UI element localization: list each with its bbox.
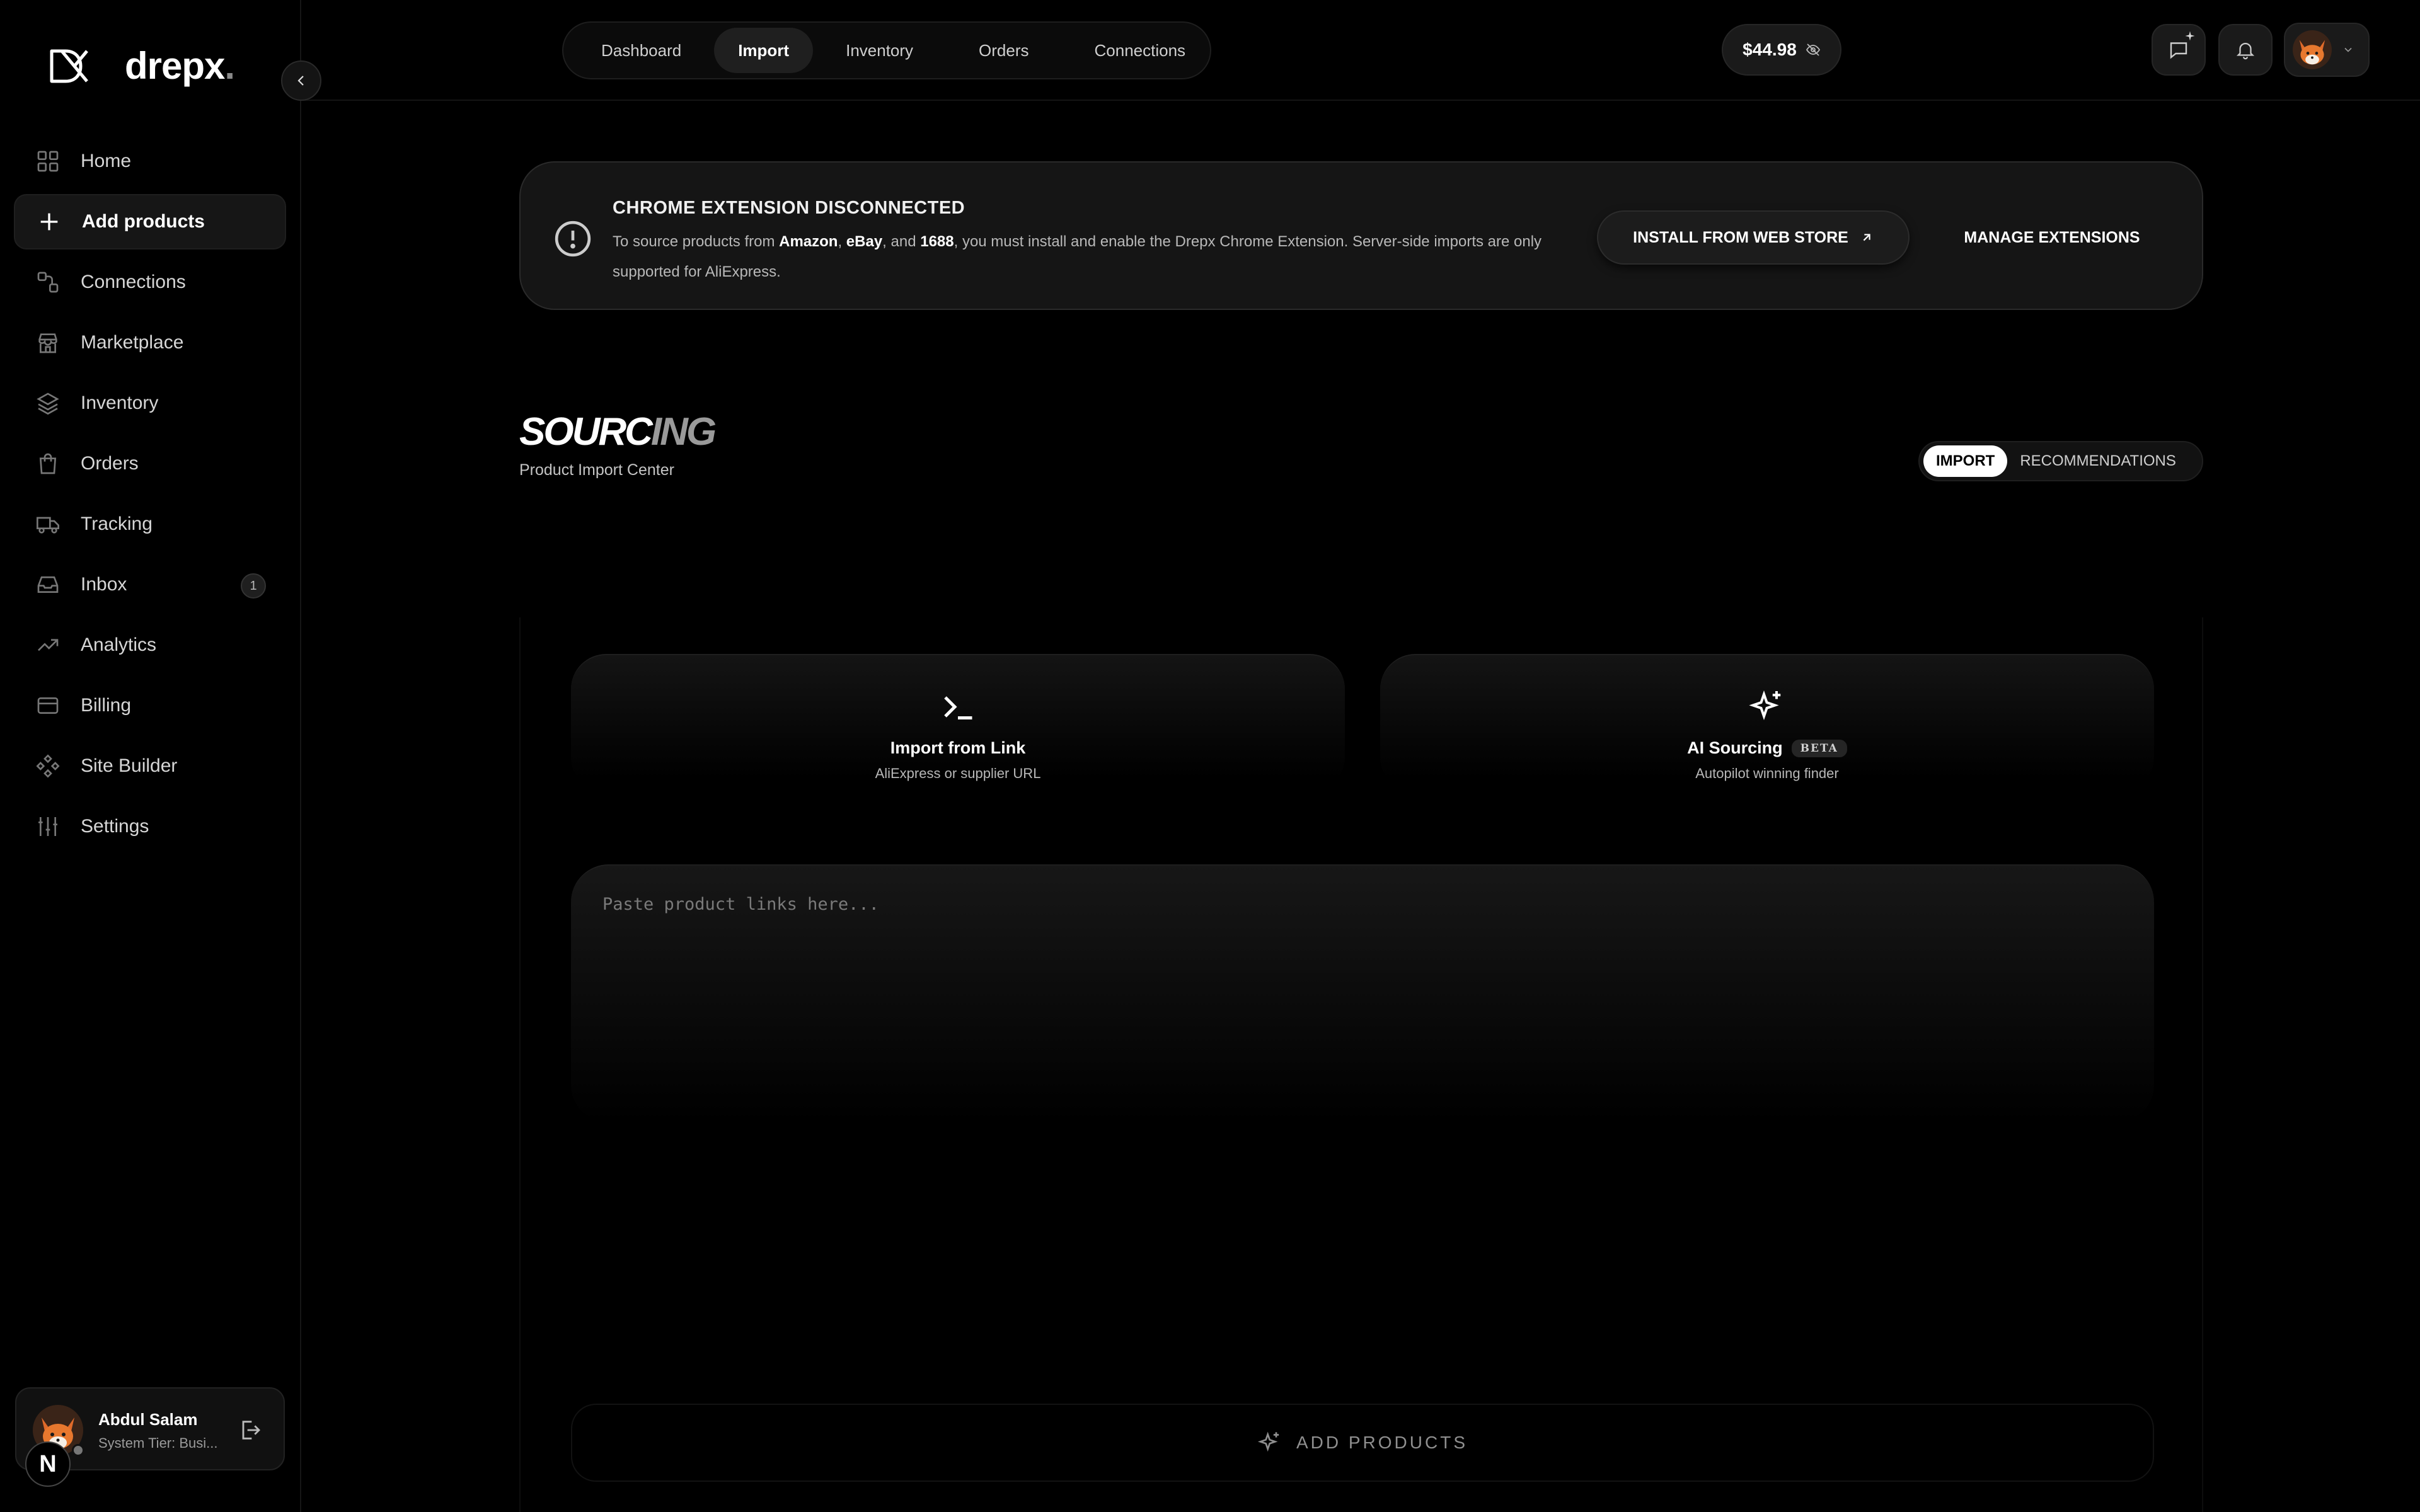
sidebar-nav: Home Add products Connections Marketplac…: [14, 134, 286, 859]
avatar: [2293, 30, 2332, 69]
sidebar-item-analytics[interactable]: Analytics: [14, 617, 286, 673]
sidebar: drepx. Home Add products Connections Mar…: [0, 0, 301, 1512]
alert-message: To source products from Amazon, eBay, an…: [613, 233, 1542, 280]
sidebar-item-label: Connections: [81, 272, 186, 292]
plus-icon: [40, 213, 58, 231]
notifications-button[interactable]: [2218, 24, 2273, 76]
chat-icon: [2170, 42, 2187, 59]
sidebar-item-label: Inbox: [81, 574, 127, 595]
install-label: INSTALL FROM WEB STORE: [1633, 228, 1848, 246]
grid-icon: [37, 151, 59, 172]
method-subtitle: Autopilot winning finder: [1695, 765, 1839, 781]
add-products-button[interactable]: ADD PRODUCTS: [571, 1404, 2154, 1482]
user-tier: System Tier: Busi...: [98, 1435, 218, 1451]
drepx-logo-icon: [50, 49, 88, 83]
eye-off-icon: [1806, 43, 1820, 56]
tab-import[interactable]: Import: [714, 28, 814, 73]
method-subtitle: AliExpress or supplier URL: [875, 765, 1041, 781]
sparkle-icon: [2185, 31, 2195, 41]
sparkles-icon: [1749, 690, 1781, 721]
sidebar-item-inbox[interactable]: Inbox 1: [14, 557, 286, 612]
alert-title: CHROME EXTENSION DISCONNECTED: [613, 198, 965, 218]
chevron-down-icon: [2344, 47, 2352, 52]
sidebar-item-label: Orders: [81, 453, 139, 474]
sidebar-item-label: Billing: [81, 695, 132, 716]
brand-name: drepx.: [125, 45, 235, 87]
sidebar-item-label: Home: [81, 151, 132, 171]
sidebar-item-settings[interactable]: Settings: [14, 799, 286, 854]
ai-sourcing-card[interactable]: AI Sourcing BETA Autopilot winning finder: [1380, 654, 2154, 793]
balance-pill[interactable]: $44.98: [1722, 24, 1841, 76]
page-title: SOURCING: [519, 410, 717, 454]
sidebar-item-marketplace[interactable]: Marketplace: [14, 315, 286, 370]
card-icon: [37, 697, 59, 714]
extension-alert: CHROME EXTENSION DISCONNECTED To source …: [519, 161, 2203, 310]
bag-icon: [39, 453, 57, 474]
chevron-left-icon: [297, 76, 304, 86]
sliders-icon: [38, 817, 57, 836]
tab-connections[interactable]: Connections: [1062, 28, 1219, 73]
inbox-count-badge: 1: [241, 573, 266, 598]
layers-icon: [37, 392, 59, 415]
sidebar-item-tracking[interactable]: Tracking: [14, 496, 286, 552]
profile-menu-button[interactable]: [2284, 23, 2370, 77]
tab-inventory[interactable]: Inventory: [813, 28, 946, 73]
sidebar-item-label: Analytics: [81, 634, 157, 655]
trending-icon: [38, 639, 59, 651]
mode-toggle: IMPORT RECOMMENDATIONS: [1918, 441, 2203, 481]
install-from-web-store-button[interactable]: INSTALL FROM WEB STORE: [1597, 210, 1910, 265]
connections-icon: [37, 272, 59, 293]
tab-orders[interactable]: Orders: [946, 28, 1061, 73]
arrow-up-right-icon: [1863, 234, 1870, 241]
terminal-icon: [944, 696, 972, 719]
brand-logo[interactable]: drepx.: [48, 44, 235, 88]
method-title: Import from Link: [890, 738, 1026, 757]
logout-icon[interactable]: [237, 1418, 262, 1443]
sidebar-item-inventory[interactable]: Inventory: [14, 375, 286, 431]
page-subtitle: Product Import Center: [519, 461, 674, 479]
sidebar-item-connections[interactable]: Connections: [14, 255, 286, 310]
status-dot: [72, 1444, 84, 1457]
alert-circle-icon: [555, 220, 591, 257]
sidebar-item-label: Marketplace: [81, 332, 184, 353]
n-badge[interactable]: N: [25, 1441, 71, 1487]
manage-extensions-button[interactable]: MANAGE EXTENSIONS: [1932, 210, 2172, 265]
tab-dashboard[interactable]: Dashboard: [568, 28, 714, 73]
sidebar-item-orders[interactable]: Orders: [14, 436, 286, 491]
top-nav-tabs: Dashboard Import Inventory Orders Connec…: [562, 21, 1211, 79]
sidebar-item-home[interactable]: Home: [14, 134, 286, 189]
store-icon: [38, 333, 57, 353]
balance-amount: $44.98: [1743, 40, 1797, 59]
mode-recommendations[interactable]: RECOMMENDATIONS: [2007, 445, 2189, 477]
sidebar-item-add-products[interactable]: Add products: [14, 194, 286, 249]
components-icon: [36, 754, 60, 778]
import-workspace: Import from Link AliExpress or supplier …: [519, 617, 2203, 1512]
sparkles-icon: [1257, 1431, 1279, 1452]
inbox-icon: [37, 576, 59, 593]
method-title: AI Sourcing: [1687, 738, 1783, 757]
paste-links-box: [571, 864, 2154, 1123]
sidebar-item-label: Inventory: [81, 392, 159, 413]
user-name: Abdul Salam: [98, 1410, 198, 1429]
sidebar-item-label: Add products: [82, 211, 205, 232]
mode-import[interactable]: IMPORT: [1923, 445, 2008, 477]
chat-button[interactable]: [2152, 24, 2206, 76]
import-from-link-card[interactable]: Import from Link AliExpress or supplier …: [571, 654, 1345, 793]
truck-icon: [37, 517, 59, 534]
sidebar-item-billing[interactable]: Billing: [14, 678, 286, 733]
sidebar-item-label: Tracking: [81, 513, 153, 534]
bell-icon: [2236, 43, 2255, 60]
beta-badge: BETA: [1791, 739, 1847, 757]
paste-links-input[interactable]: [571, 866, 2154, 1123]
sidebar-item-label: Site Builder: [81, 755, 178, 776]
add-products-label: ADD PRODUCTS: [1296, 1433, 1468, 1452]
sidebar-item-label: Settings: [81, 816, 149, 837]
collapse-sidebar-button[interactable]: [281, 60, 321, 101]
sidebar-item-site-builder[interactable]: Site Builder: [14, 738, 286, 794]
